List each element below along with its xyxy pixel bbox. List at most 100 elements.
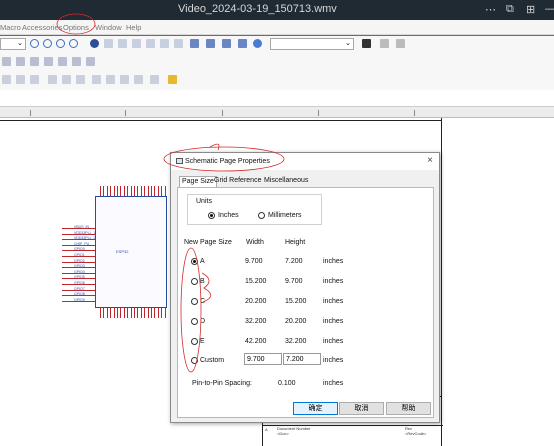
tool-icon[interactable] [16,75,25,84]
chip-pin [164,186,166,196]
tool-icon[interactable] [58,57,67,66]
chip-pin [110,186,112,196]
more-icon[interactable]: ⋯ [485,3,496,16]
millimeters-radio[interactable] [258,212,265,219]
binoculars-icon[interactable] [362,39,371,48]
part-search-combo[interactable]: ⌄ [270,38,354,50]
chip-pin [120,308,122,318]
chip-pin [147,186,149,196]
new-page-size-header: New Page Size [184,239,232,246]
size-custom-label[interactable]: Custom [200,357,224,364]
chip-pin-label: VBUS_IN [74,225,89,229]
zoom-out-icon[interactable] [43,39,52,48]
size-d-width: 32.200 [245,318,267,325]
titleblock-doc-value: <Doc> [277,431,289,436]
millimeters-label[interactable]: Millimeters [268,212,301,219]
cancel-button[interactable]: 取消 [339,402,384,415]
tool-icon[interactable] [2,57,11,66]
tool-icon[interactable] [106,75,115,84]
size-b-label[interactable]: B [200,278,205,285]
size-e-width: 42.200 [245,338,267,345]
tab-miscellaneous[interactable]: Miscellaneous [262,176,310,185]
eye-icon[interactable] [90,39,99,48]
help-button[interactable]: 帮助 [386,402,431,415]
size-d-height: 20.200 [285,318,307,325]
chip-pin [103,186,105,196]
tool-icon[interactable] [30,57,39,66]
tab-grid-reference[interactable]: Grid Reference [212,176,263,185]
tool-icon[interactable] [62,75,71,84]
back-icon[interactable] [380,39,389,48]
tool-icon[interactable] [150,75,159,84]
custom-width-input[interactable]: 9.700 [244,353,282,365]
inches-label[interactable]: Inches [218,212,239,219]
height-header: Height [285,239,306,246]
tool-icon[interactable] [222,39,231,48]
tool-icon[interactable] [44,57,53,66]
menu-accessories[interactable]: Accessories [22,23,62,32]
tool-icon[interactable] [92,75,101,84]
inches-radio[interactable] [208,212,215,219]
size-c-height: 15.200 [285,298,307,305]
menu-help[interactable]: Help [126,23,141,32]
size-custom-unit: inches [323,357,344,364]
page-size-panel: Units Inches Millimeters New Page Size W… [177,187,434,418]
size-custom-radio[interactable] [191,357,198,364]
size-d-radio[interactable] [191,318,198,325]
size-b-radio[interactable] [191,278,198,285]
forward-icon[interactable] [396,39,405,48]
help-icon[interactable] [253,39,262,48]
tool-icon[interactable] [174,39,183,48]
menu-window[interactable]: Window [95,23,122,32]
chip-pin [106,308,108,318]
tool-icon[interactable] [120,75,129,84]
size-a-radio[interactable] [191,258,198,265]
tool-icon[interactable] [134,75,143,84]
chip-pin [127,308,129,318]
tool-icon[interactable] [168,75,177,84]
tool-icon[interactable] [190,39,199,48]
tool-icon[interactable] [86,57,95,66]
zoom-all-icon[interactable] [69,39,78,48]
minimize-icon[interactable]: — [545,3,554,15]
tool-icon[interactable] [48,75,57,84]
zoom-area-icon[interactable] [56,39,65,48]
size-c-unit: inches [323,298,344,305]
restore-icon[interactable]: ⧉ [506,3,514,16]
tool-icon[interactable] [160,39,169,48]
tool-icon[interactable] [118,39,127,48]
menu-options[interactable]: Options [63,23,89,32]
tool-icon[interactable] [72,57,81,66]
tool-icon[interactable] [16,57,25,66]
tool-icon[interactable] [206,39,215,48]
chip-pin [154,186,156,196]
chip-pin [161,186,163,196]
menu-macro[interactable]: Macro [0,23,21,32]
chip-pin-label: GPIO4 [74,269,85,274]
chip-pin [137,308,139,318]
tool-icon[interactable] [2,75,11,84]
zoom-in-icon[interactable] [30,39,39,48]
chip-pin-label: GPIO0 [74,247,85,252]
size-e-label[interactable]: E [200,338,205,345]
tool-icon[interactable] [76,75,85,84]
size-a-label[interactable]: A [200,258,205,265]
tool-icon[interactable] [146,39,155,48]
tool-icon[interactable] [30,75,39,84]
chip-pin [123,186,125,196]
zoom-combo[interactable]: ⌄ [0,38,26,50]
close-icon[interactable]: × [427,155,433,166]
size-c-label[interactable]: C [200,298,205,305]
ok-button[interactable]: 确定 [293,402,338,415]
tool-icon[interactable] [238,39,247,48]
custom-height-input[interactable]: 7.200 [283,353,321,365]
size-e-radio[interactable] [191,338,198,345]
size-c-radio[interactable] [191,298,198,305]
pin-icon[interactable]: ⊞ [526,3,535,16]
tool-icon[interactable] [104,39,113,48]
size-d-label[interactable]: D [200,318,205,325]
chip-pin [151,308,152,318]
dialog-titlebar: Schematic Page Properties × [171,153,439,170]
esp32-chip[interactable]: ESP32 [95,196,167,308]
tool-icon[interactable] [132,39,141,48]
